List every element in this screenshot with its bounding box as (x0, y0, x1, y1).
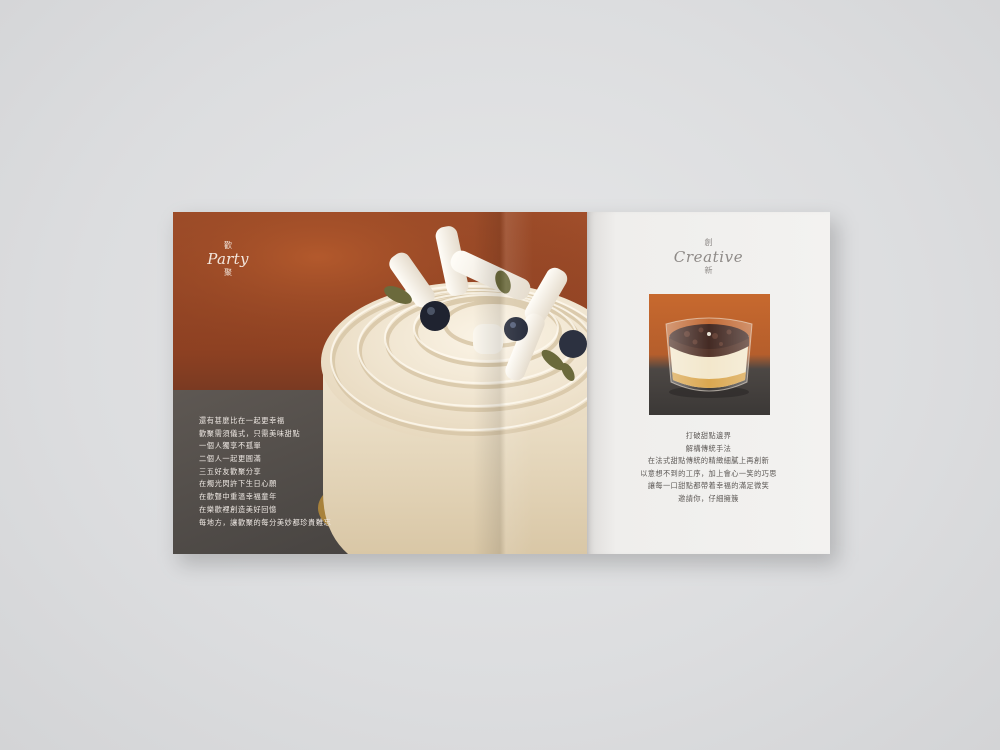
poem-line: 每地方，讓歡聚的每分美妙都珍貴難忘 (199, 517, 332, 527)
left-page-cake-photo: 歡 Party 聚 還有甚麼比在一起更幸福 歡聚需須儀式，只需美味甜點 一個人獨… (173, 212, 587, 554)
description-line: 讓每一口甜點都帶着幸福的滿足微笑 (647, 481, 770, 491)
party-heading: 歡 Party 聚 (202, 241, 254, 278)
poem-line: 三五好友歡聚分享 (199, 466, 262, 476)
creative-heading: 創 Creative 新 (587, 238, 830, 276)
poem-line: 一個人獨享不孤單 (199, 441, 262, 451)
dessert-cup-illustration (665, 317, 753, 398)
poem-line: 歡聚需須儀式，只需美味甜點 (199, 428, 301, 438)
brochure-spread: 歡 Party 聚 還有甚麼比在一起更幸福 歡聚需須儀式，只需美味甜點 一個人獨… (173, 212, 830, 554)
right-page: 創 Creative 新 打破甜點邊界 解構傳統手法 在法式甜點傳統的精緻細膩上… (587, 212, 830, 554)
creative-heading-bottom: 新 (704, 266, 713, 275)
poem-line: 二個人一起更圓滿 (199, 454, 262, 464)
scene: 歡 Party 聚 還有甚麼比在一起更幸福 歡聚需須儀式，只需美味甜點 一個人獨… (0, 0, 1000, 750)
party-poem: 還有甚麼比在一起更幸福 歡聚需須儀式，只需美味甜點 一個人獨享不孤單 二個人一起… (199, 415, 399, 529)
description-line: 以意想不到的工序，加上會心一笑的巧思 (640, 468, 777, 478)
description-line: 打破甜點邊界 (685, 431, 732, 440)
creative-heading-top: 創 (704, 238, 713, 247)
creative-heading-latin: Creative (673, 248, 744, 266)
description-line: 解構傳統手法 (685, 443, 732, 453)
party-heading-bottom: 聚 (224, 268, 232, 277)
dessert-cup-photo (649, 294, 770, 415)
party-heading-latin: Party (207, 250, 249, 268)
description-line: 邀請你，仔細擁簇 (678, 493, 739, 503)
poem-line: 在歡聲中重溫幸福童年 (199, 492, 277, 502)
poem-line: 在樂歡裡創造美好回憶 (199, 504, 277, 514)
poem-line: 還有甚麼比在一起更幸福 (199, 416, 285, 425)
poem-line: 在燭光閃許下生日心願 (199, 479, 277, 489)
description-line: 在法式甜點傳統的精緻細膩上再創新 (647, 456, 770, 466)
creative-description: 打破甜點邊界 解構傳統手法 在法式甜點傳統的精緻細膩上再創新 以意想不到的工序，… (587, 430, 830, 506)
